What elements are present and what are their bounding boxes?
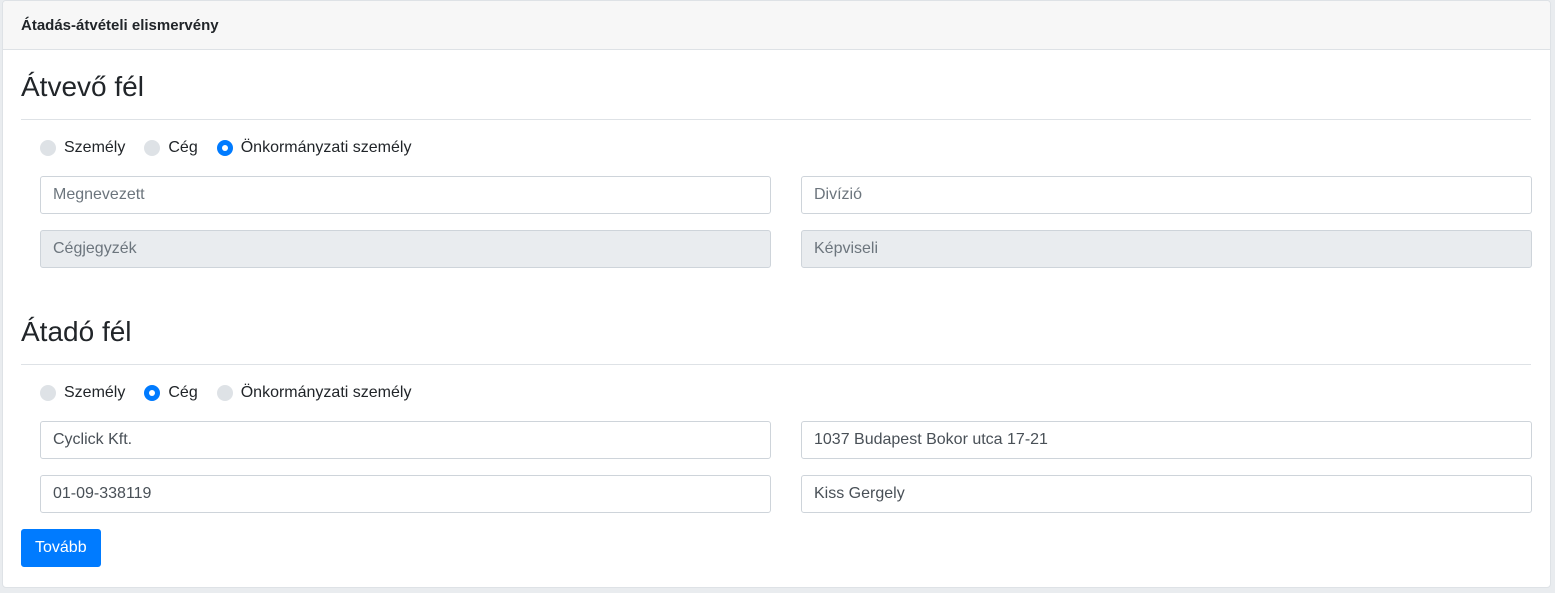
receiver-section-title: Átvevő fél — [21, 71, 144, 102]
sender-address-input[interactable] — [801, 421, 1532, 459]
card-body: Átvevő fél Személy Cég Önkormányzati sze… — [3, 50, 1550, 567]
sender-type-person-radio[interactable]: Személy — [40, 384, 125, 402]
receiver-row-1 — [21, 176, 1532, 214]
receiver-type-municipal-radio[interactable]: Önkormányzati személy — [216, 139, 412, 157]
radio-dot-icon — [144, 140, 161, 156]
receiver-registry-input — [40, 230, 771, 268]
receiver-division-input[interactable] — [801, 176, 1532, 214]
sender-type-radio-group: Személy Cég Önkormányzati személy — [21, 381, 1532, 405]
radio-label: Cég — [168, 139, 198, 156]
sender-type-company-radio[interactable]: Cég — [144, 384, 198, 402]
receiver-name-input[interactable] — [40, 176, 771, 214]
sender-row-2 — [21, 475, 1532, 513]
radio-dot-icon — [40, 140, 56, 156]
receipt-card: Átadás-átvételi elismervény Átvevő fél S… — [2, 0, 1551, 588]
sender-name-input[interactable] — [40, 421, 771, 459]
card-header: Átadás-átvételi elismervény — [3, 1, 1550, 50]
receiver-type-person-radio[interactable]: Személy — [40, 139, 125, 157]
radio-label: Személy — [64, 139, 126, 156]
page-edge — [1551, 0, 1555, 593]
sender-registry-input[interactable] — [40, 475, 771, 513]
radio-dot-icon — [216, 140, 233, 156]
radio-label: Személy — [64, 384, 126, 401]
receiver-representative-input — [801, 230, 1532, 268]
receiver-type-radio-group: Személy Cég Önkormányzati személy — [21, 136, 1532, 160]
radio-label: Önkormányzati személy — [240, 139, 412, 156]
sender-type-municipal-radio[interactable]: Önkormányzati személy — [216, 384, 412, 402]
radio-label: Cég — [168, 384, 198, 401]
next-button[interactable]: Tovább — [21, 529, 101, 567]
radio-label: Önkormányzati személy — [240, 384, 412, 401]
sender-representative-input[interactable] — [801, 475, 1532, 513]
radio-dot-icon — [144, 385, 161, 401]
sender-row-1 — [21, 421, 1532, 459]
receiver-type-company-radio[interactable]: Cég — [144, 139, 198, 157]
radio-dot-icon — [216, 385, 233, 401]
card-title: Átadás-átvételi elismervény — [21, 16, 219, 34]
radio-dot-icon — [40, 385, 56, 401]
sender-section-title: Átadó fél — [21, 316, 132, 347]
receiver-row-2 — [21, 230, 1532, 268]
